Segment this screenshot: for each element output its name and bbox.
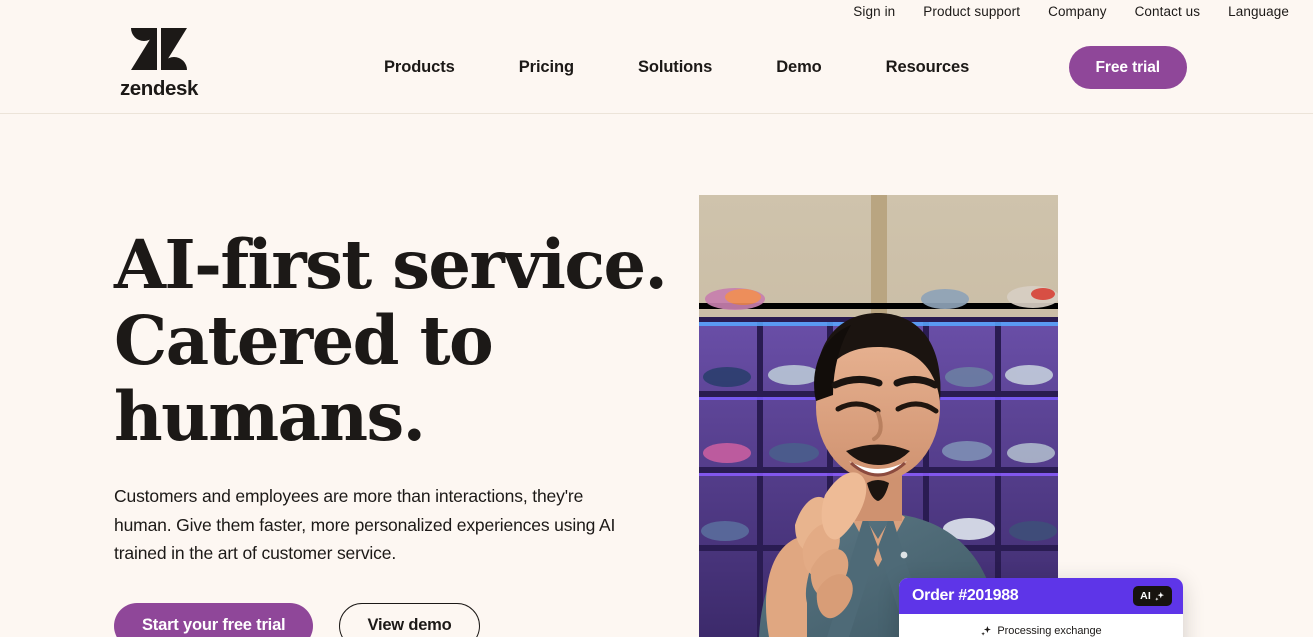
utility-link-language[interactable]: Language: [1228, 3, 1289, 21]
ai-badge: AI: [1133, 586, 1172, 606]
sparkle-icon: [1155, 591, 1164, 601]
utility-link-contact-us[interactable]: Contact us: [1135, 3, 1201, 21]
hero-copy: AI-first service. Catered to humans. Cus…: [114, 227, 674, 637]
nav-item-solutions[interactable]: Solutions: [606, 52, 744, 83]
hero-photo-illustration: [699, 195, 1058, 637]
start-free-trial-button[interactable]: Start your free trial: [114, 602, 314, 637]
hero-title-line-2: Catered to: [114, 301, 494, 380]
zendesk-wordmark: zendesk: [119, 77, 199, 100]
hero-title-line-3: humans.: [114, 377, 426, 456]
utility-link-company[interactable]: Company: [1048, 3, 1106, 21]
utility-nav: Sign in Product support Company Contact …: [853, 3, 1289, 21]
site-header: Sign in Product support Company Contact …: [0, 0, 1313, 114]
zendesk-logo[interactable]: zendesk: [114, 24, 204, 101]
utility-link-sign-in[interactable]: Sign in: [853, 3, 895, 21]
hero-subtitle: Customers and employees are more than in…: [114, 486, 616, 563]
nav-item-resources[interactable]: Resources: [854, 52, 1001, 83]
zendesk-z-logo-icon: [131, 28, 187, 70]
nav-item-demo[interactable]: Demo: [744, 52, 853, 83]
zendesk-homepage: Sign in Product support Company Contact …: [0, 0, 1313, 637]
sparkle-icon: [981, 626, 992, 636]
ai-order-card: Order #201988 AI Processing exchange: [899, 578, 1183, 637]
hero-cta-group: Start your free trial View demo: [114, 602, 674, 637]
nav-item-products[interactable]: Products: [352, 52, 487, 83]
ai-card-body: Processing exchange Your new kicks are o…: [899, 614, 1183, 637]
page-title: AI-first service. Catered to humans.: [114, 227, 674, 455]
ai-status-label: Processing exchange: [997, 625, 1102, 637]
hero-section: AI-first service. Catered to humans. Cus…: [0, 114, 1313, 637]
free-trial-button[interactable]: Free trial: [1068, 46, 1187, 89]
hero-title-line-1: AI-first service.: [114, 225, 668, 304]
view-demo-button[interactable]: View demo: [339, 602, 480, 637]
order-number: Order #201988: [912, 587, 1019, 604]
nav-item-pricing[interactable]: Pricing: [487, 52, 606, 83]
utility-link-product-support[interactable]: Product support: [923, 3, 1020, 21]
ai-badge-label: AI: [1140, 590, 1151, 602]
ai-status-row: Processing exchange: [911, 625, 1171, 637]
hero-image: [699, 195, 1058, 637]
ai-card-header: Order #201988 AI: [899, 578, 1183, 614]
main-nav: Products Pricing Solutions Demo Resource…: [352, 52, 1001, 83]
